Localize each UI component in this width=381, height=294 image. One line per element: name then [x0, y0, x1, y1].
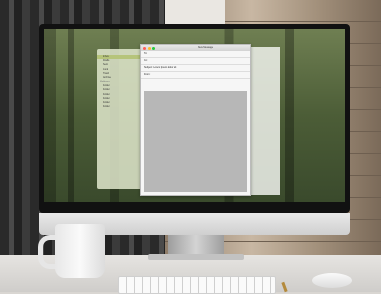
to-field[interactable]: To: [141, 51, 250, 58]
cc-field[interactable]: Cc: [141, 58, 250, 65]
subject-label: Subject: [144, 66, 153, 69]
keyboard [118, 276, 276, 294]
subject-field[interactable]: Subject: Lorem Ipsum dolor sit [141, 65, 250, 72]
to-label: To: [144, 52, 148, 55]
compose-window: New Message To: Cc: Subject: Lorem Ipsum… [140, 44, 251, 196]
compose-title: New Message [197, 45, 214, 49]
coffee-mug [55, 224, 105, 278]
cc-label: Cc: [144, 59, 148, 62]
monitor-stand [168, 235, 224, 255]
monitor: Inbox Drafts Sent Junk Trash Archive Mai… [39, 24, 350, 213]
message-body[interactable] [144, 91, 247, 192]
from-field[interactable]: From: [141, 72, 250, 79]
maximize-window-button[interactable] [152, 46, 155, 50]
minimize-window-button[interactable] [147, 46, 151, 50]
from-label: From: [144, 73, 151, 76]
monitor-stand-base [148, 254, 244, 260]
close-window-button[interactable] [143, 46, 146, 50]
subject-value: Lorem Ipsum dolor sit [153, 66, 177, 69]
mouse [312, 273, 352, 288]
monitor-screen: Inbox Drafts Sent Junk Trash Archive Mai… [44, 29, 345, 202]
